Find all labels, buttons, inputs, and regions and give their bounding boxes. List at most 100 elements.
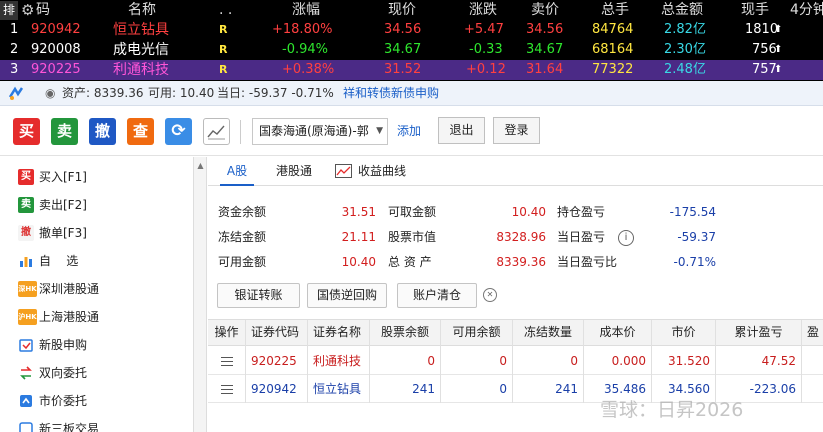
cancel-order-button[interactable]: 撤 [89, 118, 116, 145]
quote-header-pct[interactable]: 涨幅 [292, 0, 320, 21]
available-value: 10.40 [341, 255, 376, 269]
quote-volume: 77322 [592, 62, 634, 77]
refresh-button[interactable]: ⟳ [165, 118, 192, 145]
tab-a-share[interactable]: A股 [220, 157, 254, 186]
up-arrow-icon: ⬆ [774, 64, 783, 75]
cell-frozen: 0 [513, 347, 584, 375]
sidebar-item-two-way-order[interactable]: 双向委托 [0, 359, 192, 387]
sidebar-item-label: 双向委托 [39, 366, 88, 380]
cell-avail: 0 [441, 375, 513, 403]
close-icon[interactable]: ✕ [483, 288, 497, 302]
col-header-pl[interactable]: 累计盈亏 [716, 320, 802, 347]
holding-pl-label: 持仓盈亏 [557, 205, 606, 219]
cell-name: 利通科技 [308, 347, 370, 375]
line-chart-icon [335, 164, 352, 178]
cell-qty: 0 [370, 347, 441, 375]
frozen-label: 冻结金额 [218, 230, 267, 244]
sidebar-scrollbar[interactable]: ▲ [194, 157, 207, 432]
quote-amount: 2.82亿 [664, 22, 706, 37]
market-value-value: 8328.96 [496, 230, 546, 244]
quote-pct: -0.94% [282, 42, 328, 57]
withdrawable-label: 可取金额 [388, 205, 437, 219]
login-button[interactable]: 登录 [493, 117, 540, 144]
quote-header-name[interactable]: 名称 [128, 0, 156, 21]
quote-row[interactable]: 2 920008 成电光信 R -0.94% 34.67 -0.33 34.67… [0, 40, 823, 60]
gear-icon[interactable]: ⚙ [21, 0, 34, 21]
clear-positions-button[interactable]: 账户清仓 [397, 283, 477, 308]
quote-flag: R [219, 23, 228, 36]
scroll-up-icon[interactable]: ▲ [194, 159, 207, 172]
quote-header-ask[interactable]: 卖价 [531, 0, 559, 21]
sidebar-item-sz-hk-connect[interactable]: 深HK 深圳港股通 [0, 275, 192, 303]
quote-row-selected[interactable]: 3 920225 利通科技 R +0.38% 31.52 +0.12 31.64… [0, 60, 823, 80]
today-pl-pct-label: 当日盈亏比 [557, 255, 618, 269]
cell-more [802, 375, 823, 403]
bond-subscription-link[interactable]: 祥和转债新债申购 [343, 81, 439, 106]
quote-header-code[interactable]: 码 [36, 0, 50, 21]
col-header-action[interactable]: 操作 [208, 320, 246, 347]
chevron-down-icon: ▼ [374, 119, 383, 144]
quote-header-change[interactable]: 涨跌 [469, 0, 497, 21]
quote-volume: 68164 [592, 42, 634, 57]
frozen-value: 21.11 [341, 230, 376, 244]
quote-index: 2 [10, 42, 19, 57]
info-icon[interactable]: i [618, 230, 634, 246]
quote-pct: +0.38% [282, 62, 335, 77]
sidebar-item-sh-hk-connect[interactable]: 沪HK 上海港股通 [0, 303, 192, 331]
add-broker-link[interactable]: 添加 [390, 118, 428, 145]
quote-header-flag[interactable]: . . [219, 0, 232, 21]
col-header-market[interactable]: 市价 [652, 320, 716, 347]
sidebar-item-buy[interactable]: 买 买入[F1] [0, 163, 192, 191]
reverse-repo-button[interactable]: 国债逆回购 [307, 283, 387, 308]
quote-change: +0.12 [466, 62, 506, 77]
refresh-icon: ⟳ [171, 121, 186, 141]
quote-header-last-vol[interactable]: 现手 [741, 0, 769, 21]
sidebar-item-market-order[interactable]: 市价委托 [0, 387, 192, 415]
quote-price: 31.52 [384, 62, 422, 77]
quote-header-price[interactable]: 现价 [388, 0, 416, 21]
sidebar-item-label: 市价委托 [39, 394, 88, 408]
quote-row[interactable]: 1 920942 恒立钻具 R +18.80% 34.56 +5.47 34.5… [0, 20, 823, 40]
sidebar-item-cancel[interactable]: 撤 撤单[F3] [0, 219, 192, 247]
quote-header-amount[interactable]: 总金额 [661, 0, 703, 21]
quote-ask: 34.56 [526, 22, 564, 37]
col-header-frozen[interactable]: 冻结数量 [513, 320, 584, 347]
col-header-qty[interactable]: 股票余额 [370, 320, 441, 347]
col-header-avail[interactable]: 可用余额 [441, 320, 513, 347]
function-sidebar: 买 买入[F1] 卖 卖出[F2] 撤 撤单[F3] 自 选 深HK 深圳港股通… [0, 157, 194, 432]
sidebar-item-label: 撤单[F3] [39, 226, 87, 240]
cell-qty: 241 [370, 375, 441, 403]
quote-pct: +18.80% [272, 22, 333, 37]
tab-hk-connect[interactable]: 港股通 [276, 157, 312, 186]
market-order-icon [18, 393, 34, 409]
col-header-more[interactable]: 盈 [802, 320, 823, 347]
quote-code: 920942 [31, 22, 81, 37]
total-assets-value: 8339.36 [496, 255, 546, 269]
bank-transfer-button[interactable]: 银证转账 [217, 283, 300, 308]
chart-button[interactable] [203, 118, 230, 145]
sell-button[interactable]: 卖 [51, 118, 78, 145]
eye-icon[interactable]: ◉ [45, 81, 55, 106]
holding-pl-value: -175.54 [669, 205, 716, 219]
broker-select[interactable]: 国泰海通(原海通)-郭 ▼ [252, 118, 388, 145]
col-header-cost[interactable]: 成本价 [584, 320, 652, 347]
sort-toggle-button[interactable]: 排 [0, 1, 18, 20]
sidebar-item-label: 深圳港股通 [39, 282, 100, 296]
tab-return-curve[interactable]: 收益曲线 [358, 157, 406, 186]
quote-amount: 2.30亿 [664, 42, 706, 57]
sidebar-item-watchlist[interactable]: 自 选 [0, 247, 192, 275]
row-menu-icon[interactable] [208, 375, 246, 403]
table-row[interactable]: 920225 利通科技 0 0 0 0.000 31.520 47.52 [208, 347, 823, 375]
quote-header-4min[interactable]: 4分钟 [790, 0, 823, 21]
exit-button[interactable]: 退出 [438, 117, 485, 144]
sidebar-item-ipo[interactable]: 新股申购 [0, 331, 192, 359]
row-menu-icon[interactable] [208, 347, 246, 375]
col-header-name[interactable]: 证券名称 [308, 320, 370, 347]
buy-button[interactable]: 买 [13, 118, 40, 145]
query-button[interactable]: 查 [127, 118, 154, 145]
quote-header-volume[interactable]: 总手 [601, 0, 629, 21]
col-header-code[interactable]: 证券代码 [246, 320, 308, 347]
sidebar-item-neeq[interactable]: 新三板交易 [0, 415, 192, 432]
sidebar-item-sell[interactable]: 卖 卖出[F2] [0, 191, 192, 219]
cell-cost: 0.000 [584, 347, 652, 375]
